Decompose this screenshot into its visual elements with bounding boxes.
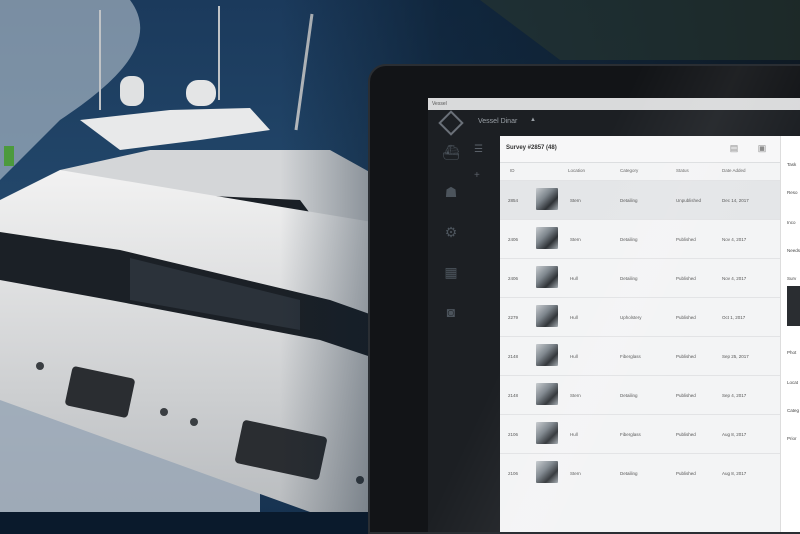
cell-status: Published bbox=[676, 432, 696, 437]
column-header-location[interactable]: Location bbox=[568, 168, 585, 173]
cell-date: Aug 8, 2017 bbox=[722, 471, 747, 476]
vessel-dropdown-icon[interactable]: ▲ bbox=[530, 117, 536, 123]
cell-category: Detailing bbox=[620, 276, 638, 281]
table-row[interactable]: 2406 Stern Detailing Published Nov 4, 2017 bbox=[500, 219, 780, 258]
row-thumbnail bbox=[536, 266, 558, 288]
people-icon[interactable]: ☗ bbox=[440, 182, 462, 202]
cell-location: Hull bbox=[570, 315, 578, 320]
cell-id: 2148 bbox=[508, 354, 519, 359]
ship-icon[interactable]: ⛴ bbox=[440, 142, 462, 162]
row-thumbnail bbox=[536, 383, 558, 405]
hamburger-menu-icon[interactable]: ☰ bbox=[474, 144, 483, 155]
cell-date: Dec 14, 2017 bbox=[722, 198, 749, 203]
cell-location: Stern bbox=[570, 198, 581, 203]
camera-icon[interactable]: ◙ bbox=[440, 302, 462, 322]
gear-icon[interactable]: ⚙ bbox=[440, 222, 462, 242]
cell-category: Fiberglass bbox=[620, 432, 641, 437]
detail-label: Phot bbox=[787, 350, 797, 355]
cell-category: Detailing bbox=[620, 471, 638, 476]
panel-header: Survey #2857 (48) ▤ ▣ bbox=[500, 136, 780, 163]
vessel-selector-label[interactable]: Vessel Dinar bbox=[478, 118, 517, 125]
table-row[interactable]: 2106 Stern Detailing Published Aug 8, 2017 bbox=[500, 453, 780, 492]
cell-id: 2406 bbox=[508, 237, 519, 242]
add-icon[interactable]: + bbox=[474, 170, 480, 181]
app-header: Vessel Dinar ▲ bbox=[428, 110, 800, 134]
cell-id: 2106 bbox=[508, 471, 519, 476]
image-icon[interactable]: ▣ bbox=[756, 142, 768, 154]
row-thumbnail bbox=[536, 188, 558, 210]
detail-label: Locat bbox=[787, 380, 799, 385]
cell-status: Published bbox=[676, 237, 696, 242]
cell-date: Sep 25, 2017 bbox=[722, 354, 749, 359]
table-header: ID Location Category Status Date Added bbox=[500, 164, 780, 178]
cell-location: Stern bbox=[570, 237, 581, 242]
table-row[interactable]: 2406 Hull Detailing Published Nov 4, 2017 bbox=[500, 258, 780, 297]
window-titlebar: Vessel bbox=[428, 98, 800, 110]
table-row[interactable]: 2279 Hull Upholstery Published Oct 1, 2017 bbox=[500, 297, 780, 336]
calendar-icon[interactable]: ▦ bbox=[440, 262, 462, 282]
survey-title: Survey #2857 (48) bbox=[506, 145, 557, 151]
cell-id: 2406 bbox=[508, 276, 519, 281]
cell-date: Sep 4, 2017 bbox=[722, 393, 747, 398]
detail-photo[interactable] bbox=[787, 286, 800, 326]
cell-status: Published bbox=[676, 276, 696, 281]
column-header-id[interactable]: ID bbox=[510, 168, 515, 173]
cell-id: 2106 bbox=[508, 432, 519, 437]
detail-label: Inco bbox=[787, 220, 796, 225]
cell-location: Hull bbox=[570, 432, 578, 437]
sidebar: ⛴ ☗ ⚙ ▦ ◙ bbox=[428, 110, 476, 532]
cell-status: Published bbox=[676, 471, 696, 476]
survey-list-panel: ☰ + Survey #2857 (48) ▤ ▣ ID Location Ca… bbox=[474, 136, 780, 532]
row-thumbnail bbox=[536, 227, 558, 249]
cell-status: Unpublished bbox=[676, 198, 702, 203]
row-thumbnail bbox=[536, 422, 558, 444]
cell-category: Upholstery bbox=[620, 315, 642, 320]
column-header-date[interactable]: Date Added bbox=[722, 168, 746, 173]
cell-category: Fiberglass bbox=[620, 354, 641, 359]
row-thumbnail bbox=[536, 344, 558, 366]
table-row[interactable]: 2148 Hull Fiberglass Published Sep 25, 2017 bbox=[500, 336, 780, 375]
app-screen: Vessel Vessel Dinar ▲ ⛴ ☗ ⚙ ▦ ◙ ☰ + Surv… bbox=[428, 98, 800, 532]
cell-date: Aug 8, 2017 bbox=[722, 432, 747, 437]
column-header-status[interactable]: Status bbox=[676, 168, 689, 173]
detail-label: Prior bbox=[787, 436, 797, 441]
cell-location: Hull bbox=[570, 354, 578, 359]
tablet-device: Vessel Vessel Dinar ▲ ⛴ ☗ ⚙ ▦ ◙ ☰ + Surv… bbox=[368, 64, 800, 534]
cell-category: Detailing bbox=[620, 237, 638, 242]
cell-status: Published bbox=[676, 354, 696, 359]
cell-location: Stern bbox=[570, 471, 581, 476]
table-row[interactable]: 2854 Stern Detailing Unpublished Dec 14, 201… bbox=[500, 180, 780, 219]
cell-id: 2148 bbox=[508, 393, 519, 398]
cell-status: Published bbox=[676, 393, 696, 398]
detail-panel: Task Reso Inco Needs Surv Phot Locat Categ Prior bbox=[780, 136, 800, 532]
cell-location: Hull bbox=[570, 276, 578, 281]
detail-label: Needs bbox=[787, 248, 800, 253]
table-row[interactable]: 2106 Hull Fiberglass Published Aug 8, 2017 bbox=[500, 414, 780, 453]
cell-id: 2854 bbox=[508, 198, 519, 203]
cell-date: Nov 4, 2017 bbox=[722, 276, 747, 281]
detail-label: Categ bbox=[787, 408, 800, 413]
cell-location: Stern bbox=[570, 393, 581, 398]
cell-date: Nov 4, 2017 bbox=[722, 237, 747, 242]
detail-label: Reso bbox=[787, 190, 798, 195]
cell-id: 2279 bbox=[508, 315, 519, 320]
cell-category: Detailing bbox=[620, 198, 638, 203]
row-thumbnail bbox=[536, 461, 558, 483]
detail-label: Surv bbox=[787, 276, 797, 281]
column-header-category[interactable]: Category bbox=[620, 168, 638, 173]
cell-status: Published bbox=[676, 315, 696, 320]
copy-icon[interactable]: ▤ bbox=[728, 142, 740, 154]
window-title: Vessel bbox=[432, 101, 447, 107]
row-thumbnail bbox=[536, 305, 558, 327]
cell-date: Oct 1, 2017 bbox=[722, 315, 746, 320]
detail-label: Task bbox=[787, 162, 797, 167]
table-row[interactable]: 2148 Stern Detailing Published Sep 4, 2017 bbox=[500, 375, 780, 414]
cell-category: Detailing bbox=[620, 393, 638, 398]
